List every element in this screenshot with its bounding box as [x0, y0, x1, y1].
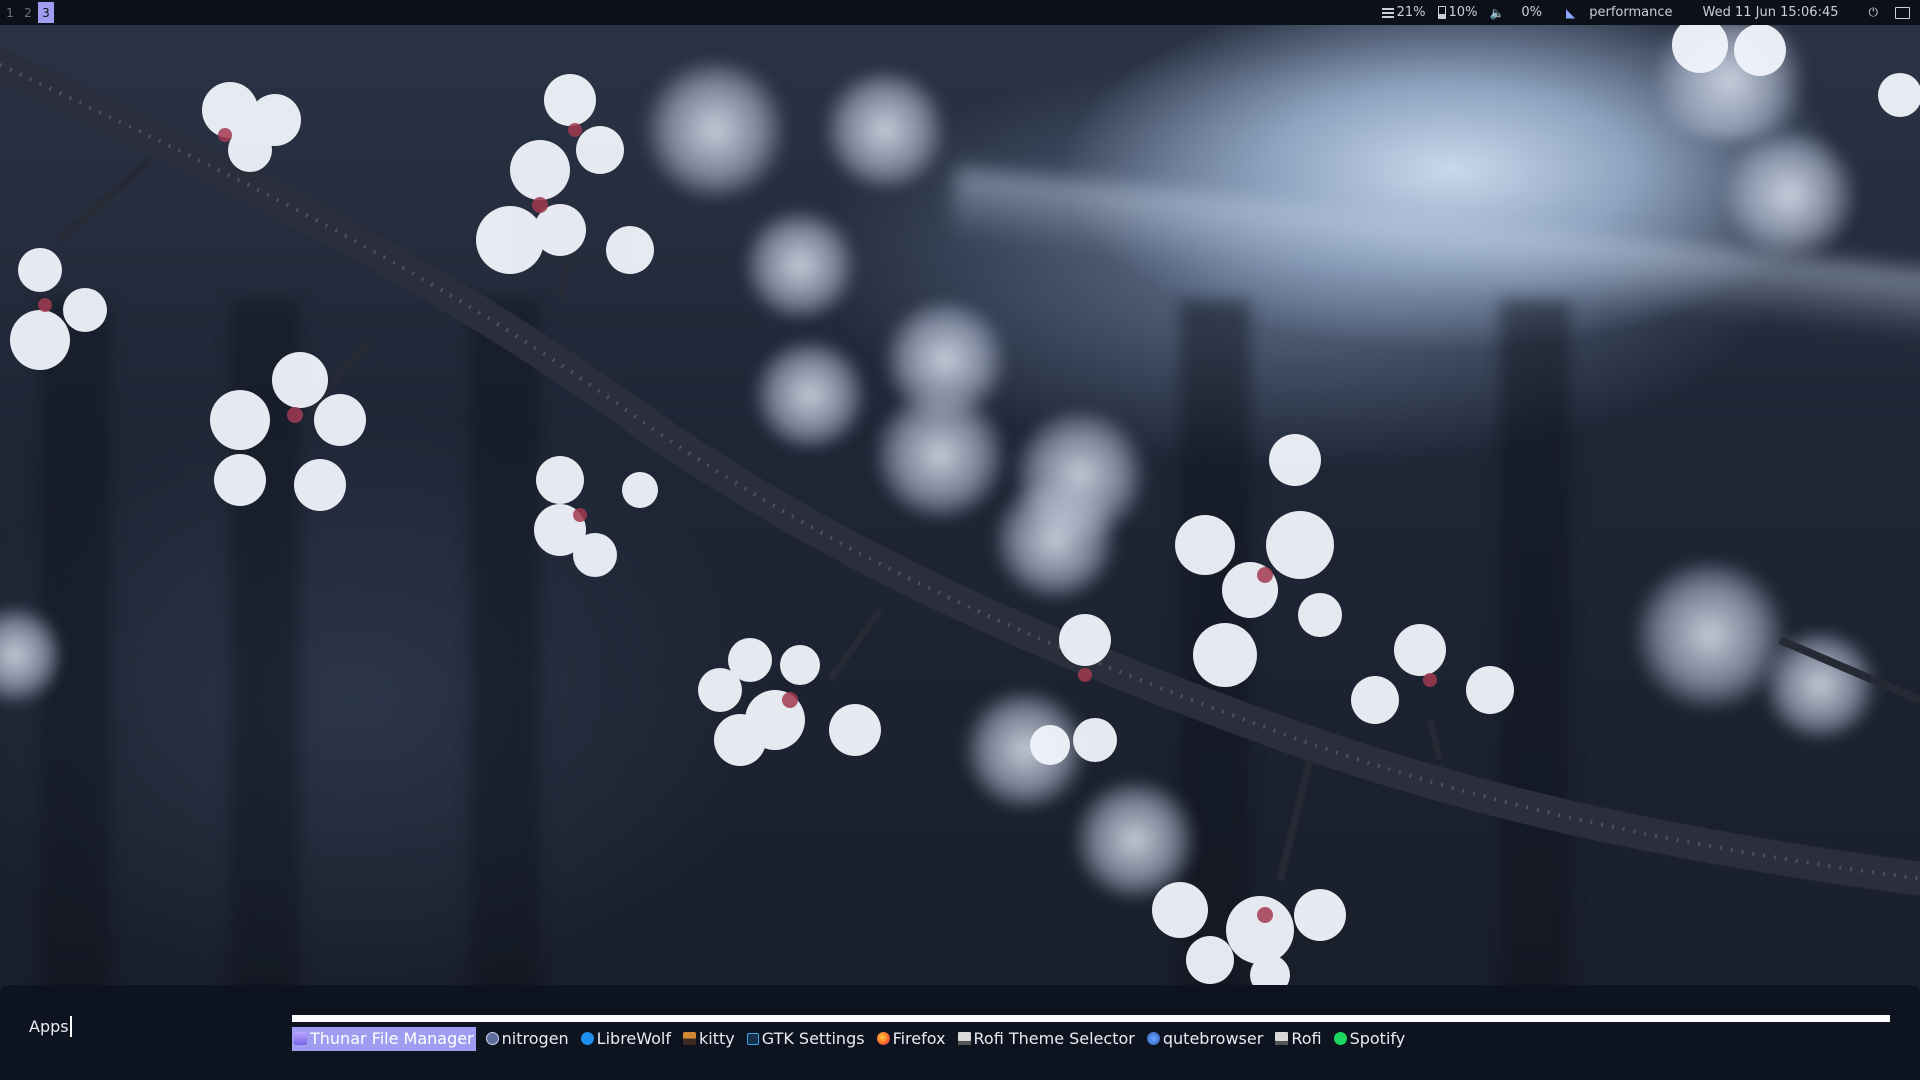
rofi-item-label: kitty [699, 1029, 735, 1048]
rofi-item-label: Rofi Theme Selector [973, 1029, 1135, 1048]
rofi-prompt-label: Apps [29, 1017, 69, 1036]
rofi-item-qutebrowser[interactable]: qutebrowser [1145, 1027, 1265, 1051]
text-cursor [69, 1016, 72, 1037]
rofi-item-label: GTK Settings [761, 1029, 865, 1048]
workspace-switcher: 1 2 3 [0, 0, 54, 25]
firefox-icon [876, 1032, 890, 1045]
battery-module[interactable]: 10% [1437, 5, 1478, 20]
qutebrowser-icon [1146, 1032, 1160, 1045]
thunar-icon [294, 1032, 307, 1045]
volume-module[interactable]: 🔈 0% [1489, 5, 1542, 20]
rofi-item-label: nitrogen [501, 1029, 569, 1048]
workspace-2-button[interactable]: 2 [20, 2, 36, 23]
power-button[interactable]: ⏻ [1869, 5, 1882, 20]
workspace-1-button[interactable]: 1 [2, 2, 18, 23]
top-status-bar: 1 2 3 21% 10% 🔈 0% ◣ performance Wed 11 … [0, 0, 1920, 25]
monitor-icon[interactable] [1895, 6, 1910, 19]
nitrogen-icon [485, 1032, 499, 1045]
rofi-item-label: qutebrowser [1162, 1029, 1264, 1048]
cpu-module[interactable]: 21% [1381, 5, 1426, 20]
rofi-icon [1275, 1032, 1289, 1045]
rofi-item-gtk-settings[interactable]: GTK Settings [745, 1027, 867, 1051]
rofi-app-list: Thunar File Manager nitrogen LibreWolf k… [292, 1026, 1415, 1051]
rofi-item-librewolf[interactable]: LibreWolf [579, 1027, 673, 1051]
power-icon: ⏻ [1868, 5, 1879, 19]
rofi-item-label: Firefox [892, 1029, 946, 1048]
rofi-item-rofi[interactable]: Rofi [1273, 1027, 1323, 1051]
rofi-item-spotify[interactable]: Spotify [1332, 1027, 1408, 1051]
battery-value: 10% [1448, 5, 1478, 20]
rofi-item-firefox[interactable]: Firefox [875, 1027, 948, 1051]
gtk-settings-icon [746, 1032, 759, 1045]
rofi-item-rofi-theme-selector[interactable]: Rofi Theme Selector [956, 1027, 1137, 1051]
cpu-icon [1381, 7, 1394, 18]
rofi-item-label: Thunar File Manager [310, 1029, 474, 1048]
rofi-item-thunar[interactable]: Thunar File Manager [292, 1026, 476, 1051]
cherry-branch-illustration [0, 17, 1920, 995]
rofi-item-label: Spotify [1349, 1029, 1406, 1048]
workspace-3-button[interactable]: 3 [38, 2, 54, 23]
rofi-item-nitrogen[interactable]: nitrogen [484, 1027, 571, 1051]
rofi-prompt[interactable]: Apps [29, 1016, 72, 1037]
status-modules: 21% 10% 🔈 0% ◣ performance Wed 11 Jun 15… [1370, 0, 1920, 25]
clock-module[interactable]: Wed 11 Jun 15:06:45 [1703, 5, 1839, 20]
rofi-theme-icon [957, 1032, 971, 1045]
librewolf-icon [580, 1032, 594, 1045]
rofi-item-kitty[interactable]: kitty [681, 1027, 737, 1051]
speaker-icon: 🔈 [1489, 5, 1505, 20]
desktop-wallpaper [0, 0, 1920, 1080]
clock-text: Wed 11 Jun 15:06:45 [1702, 5, 1839, 20]
cpu-value: 21% [1396, 5, 1426, 20]
kitty-icon [683, 1032, 697, 1045]
power-profile-module[interactable]: ◣ performance [1566, 5, 1673, 20]
volume-value: 0% [1521, 5, 1543, 20]
rofi-search-input[interactable] [292, 1015, 1890, 1022]
spotify-icon [1333, 1032, 1347, 1045]
power-profile-icon: ◣ [1566, 5, 1576, 20]
rofi-item-label: Rofi [1291, 1029, 1322, 1048]
rofi-item-label: LibreWolf [596, 1029, 672, 1048]
power-profile-value: performance [1589, 5, 1673, 20]
battery-icon [1437, 6, 1446, 19]
